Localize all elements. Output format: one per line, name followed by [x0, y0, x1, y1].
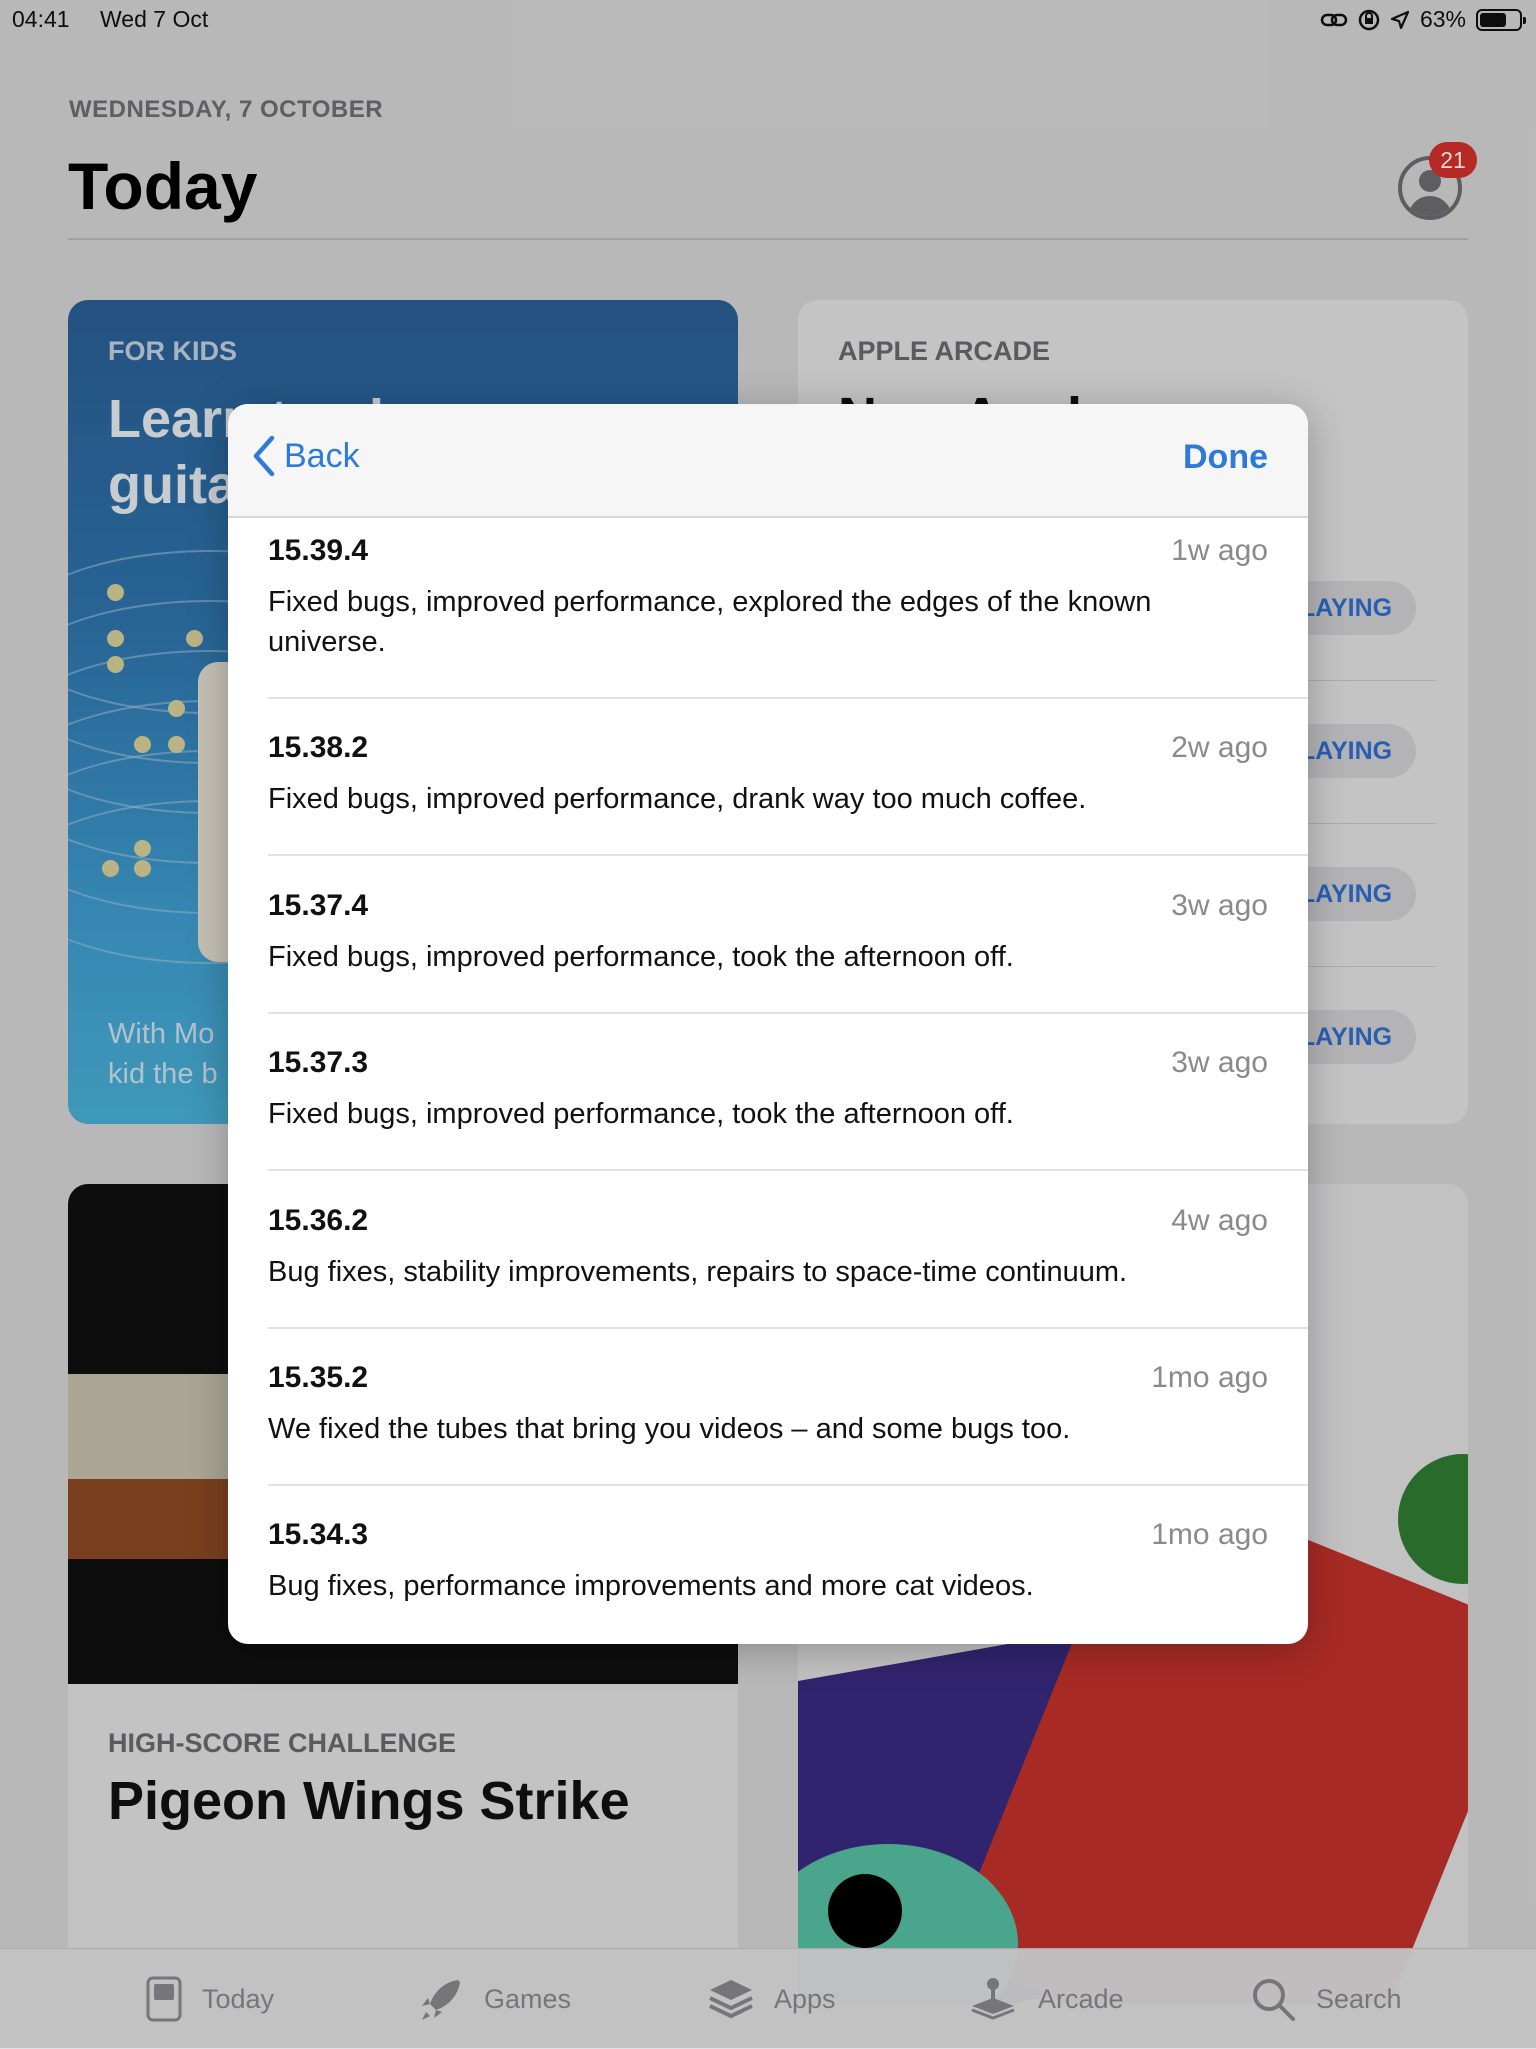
- back-label: Back: [284, 436, 360, 475]
- version-age: 1w ago: [1171, 534, 1268, 567]
- back-button[interactable]: Back: [250, 434, 360, 478]
- version-number: 15.36.2: [268, 1204, 369, 1237]
- version-entry: 15.34.3 1mo ago Bug fixes, performance i…: [268, 1518, 1268, 1608]
- release-notes: Fixed bugs, improved performance, drank …: [268, 783, 1087, 815]
- version-age: 3w ago: [1171, 1046, 1268, 1079]
- entry-divider: [268, 854, 1308, 856]
- done-button[interactable]: Done: [1183, 438, 1268, 477]
- sheet-nav-bar: Back Done: [228, 404, 1308, 518]
- version-number: 15.37.4: [268, 889, 369, 922]
- release-notes: Fixed bugs, improved performance, took t…: [268, 1098, 1014, 1130]
- version-history-sheet: Back Done 15.39.4 1w ago Fixed bugs, imp…: [228, 404, 1308, 1644]
- release-notes: Fixed bugs, improved performance, explor…: [268, 586, 1152, 658]
- version-number: 15.38.2: [268, 731, 369, 764]
- version-age: 3w ago: [1171, 889, 1268, 922]
- version-age: 1mo ago: [1151, 1361, 1268, 1394]
- entry-divider: [268, 697, 1308, 699]
- version-number: 15.37.3: [268, 1046, 369, 1079]
- version-age: 2w ago: [1171, 731, 1268, 764]
- release-notes: Fixed bugs, improved performance, took t…: [268, 941, 1014, 973]
- version-number: 15.39.4: [268, 534, 369, 567]
- release-notes: Bug fixes, performance improvements and …: [268, 1570, 1034, 1602]
- chevron-left-icon: [253, 435, 275, 477]
- entry-divider: [268, 1327, 1308, 1329]
- version-entry: 15.36.2 4w ago Bug fixes, stability impr…: [268, 1204, 1268, 1294]
- version-entry: 15.37.3 3w ago Fixed bugs, improved perf…: [268, 1046, 1268, 1136]
- version-entry: 15.38.2 2w ago Fixed bugs, improved perf…: [268, 731, 1268, 821]
- version-number: 15.35.2: [268, 1361, 369, 1394]
- version-number: 15.34.3: [268, 1518, 369, 1551]
- release-notes: We fixed the tubes that bring you videos…: [268, 1413, 1071, 1445]
- version-entry: 15.35.2 1mo ago We fixed the tubes that …: [268, 1361, 1268, 1451]
- version-entry: 15.37.4 3w ago Fixed bugs, improved perf…: [268, 889, 1268, 979]
- version-age: 4w ago: [1171, 1204, 1268, 1237]
- entry-divider: [268, 1169, 1308, 1171]
- version-age: 1mo ago: [1151, 1518, 1268, 1551]
- entry-divider: [268, 1012, 1308, 1014]
- release-notes: Bug fixes, stability improvements, repai…: [268, 1256, 1128, 1288]
- entry-divider: [268, 1484, 1308, 1486]
- version-entry: 15.39.4 1w ago Fixed bugs, improved perf…: [268, 534, 1268, 658]
